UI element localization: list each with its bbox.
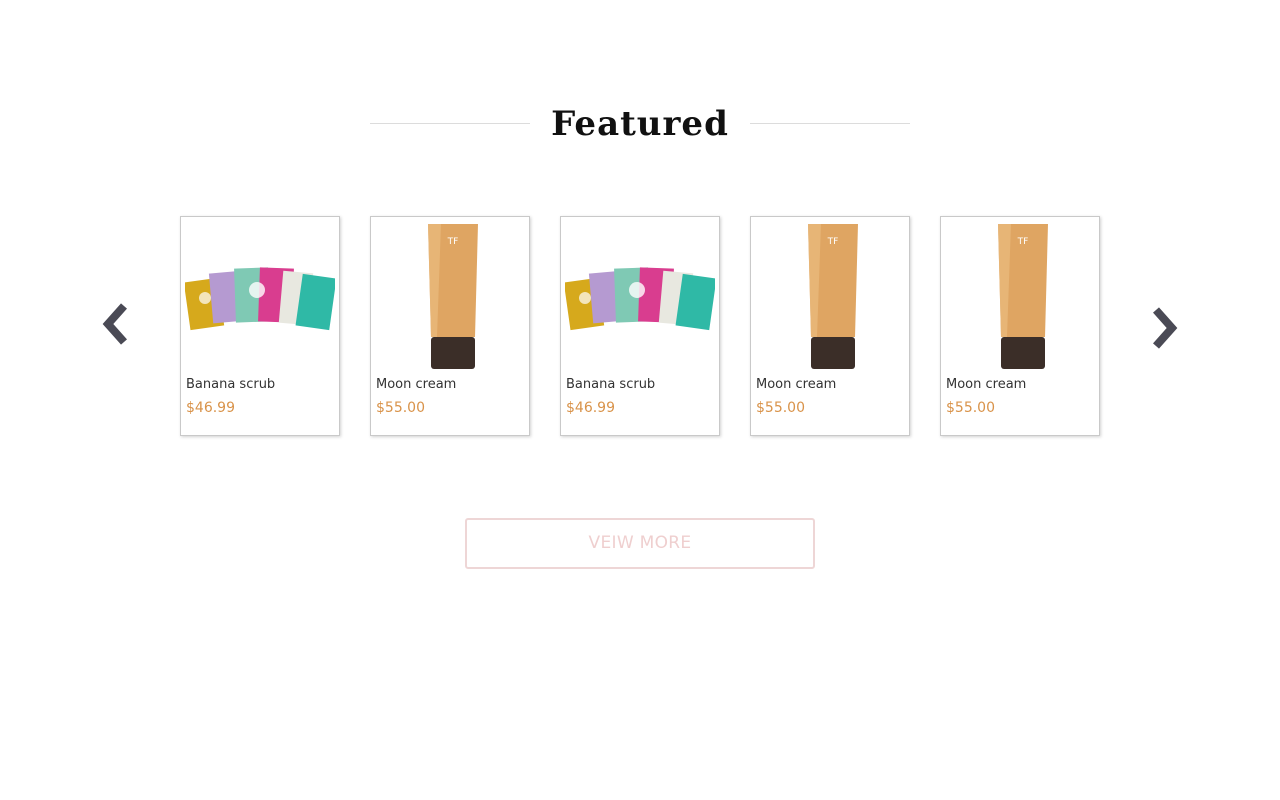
face-mask-sachets-image [565, 267, 715, 331]
product-card[interactable]: Banana scrub $46.99 [560, 216, 720, 436]
tinted-cream-tube-image: TF [428, 224, 478, 369]
product-price: $55.00 [756, 400, 805, 416]
section-header: Featured [0, 100, 1280, 150]
svg-text:TF: TF [827, 237, 839, 247]
tinted-cream-tube-image: TF [808, 224, 858, 369]
product-price: $46.99 [566, 400, 615, 416]
chevron-left-icon [102, 303, 127, 345]
product-name: Moon cream [376, 377, 457, 392]
chevron-right-icon [1153, 307, 1178, 349]
carousel-next-button[interactable] [1144, 304, 1184, 354]
product-price: $46.99 [186, 400, 235, 416]
header-divider-right [750, 123, 910, 124]
product-name: Banana scrub [186, 377, 276, 392]
product-name: Banana scrub [566, 377, 656, 392]
svg-text:TF: TF [447, 237, 459, 247]
tinted-cream-tube-image: TF [998, 224, 1048, 369]
product-card[interactable]: TF Moon cream $55.00 [940, 216, 1100, 436]
product-card[interactable]: TF Moon cream $55.00 [750, 216, 910, 436]
carousel-prev-button[interactable] [96, 300, 136, 350]
svg-text:TF: TF [1017, 237, 1029, 247]
product-name: Moon cream [756, 377, 837, 392]
product-name: Moon cream [946, 377, 1027, 392]
product-price: $55.00 [946, 400, 995, 416]
product-card[interactable]: Banana scrub $46.99 [180, 216, 340, 436]
product-price: $55.00 [376, 400, 425, 416]
product-card[interactable]: TF Moon cream $55.00 [370, 216, 530, 436]
header-divider-left [370, 123, 530, 124]
view-more-button[interactable]: VEIW MORE [465, 518, 815, 569]
face-mask-sachets-image [185, 267, 335, 331]
section-title: Featured [551, 104, 729, 144]
